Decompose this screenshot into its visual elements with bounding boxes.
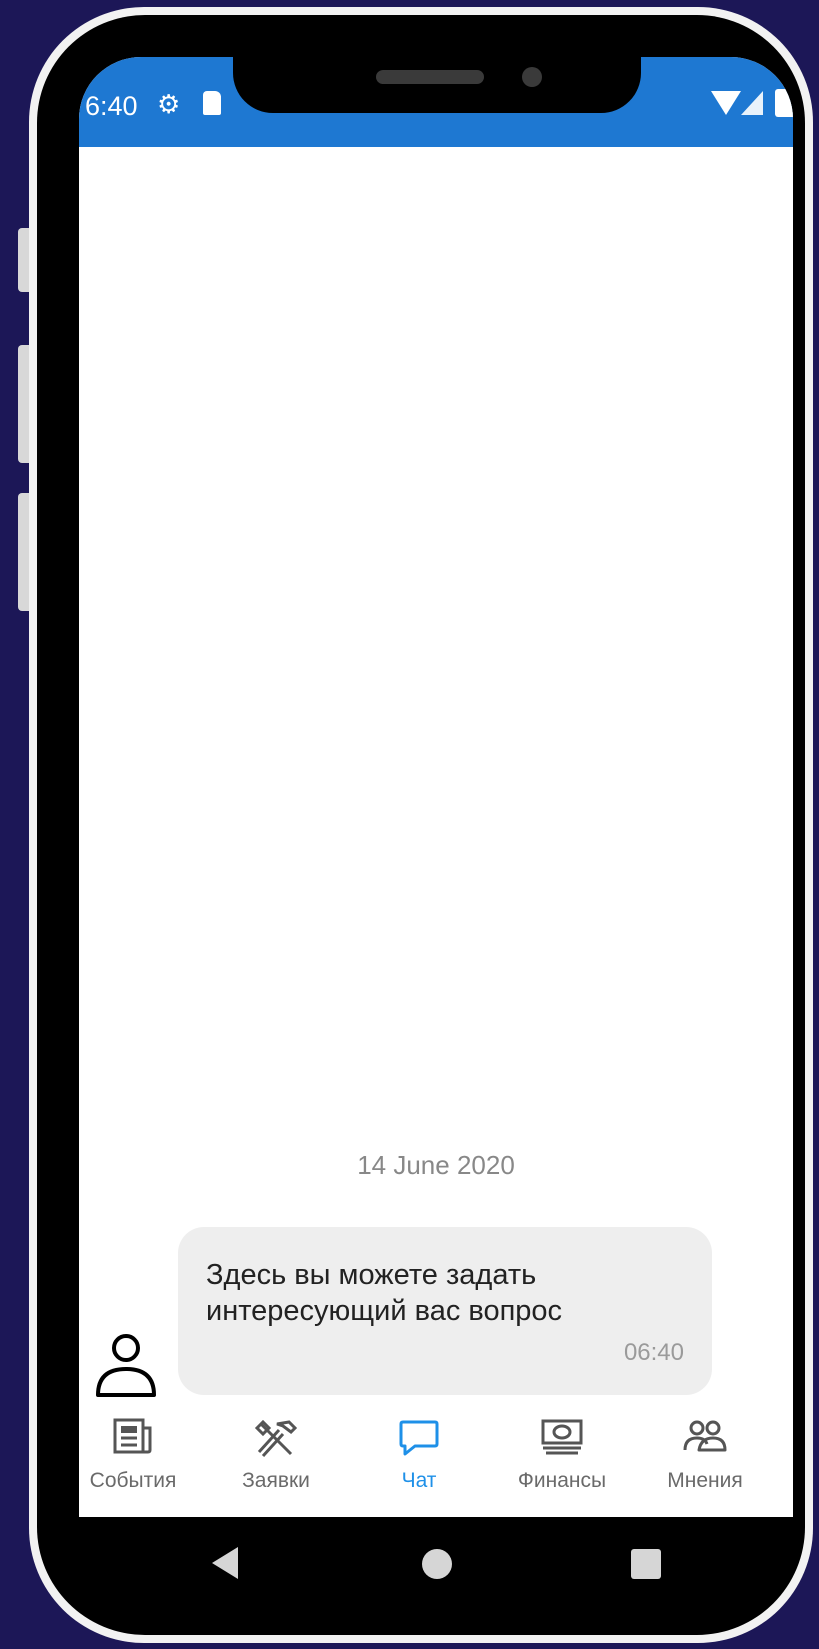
tab-requests-label: Заявки — [242, 1469, 310, 1492]
money-icon — [541, 1419, 583, 1455]
front-camera — [522, 67, 542, 87]
message-bubble[interactable]: Здесь вы можете задать интересующий вас … — [178, 1227, 712, 1395]
message-time: 06:40 — [623, 1339, 684, 1366]
sd-card-icon — [203, 91, 221, 115]
message-text: Здесь вы можете задать интересующий вас … — [206, 1259, 563, 1327]
tab-opinions-label: Мнения — [667, 1469, 743, 1492]
home-button[interactable] — [422, 1549, 452, 1579]
tab-chat-label: Чат — [401, 1469, 437, 1492]
tab-events[interactable]: События — [79, 1402, 203, 1502]
people-icon — [683, 1420, 727, 1452]
recent-apps-button[interactable] — [631, 1549, 661, 1579]
app-screen: 6:40 ⚙ 14 June 2020 Здесь вы можете зада… — [79, 57, 793, 1517]
android-nav-bar — [0, 1517, 819, 1617]
date-separator: 14 June 2020 — [357, 1150, 515, 1180]
tab-finance[interactable]: Финансы — [492, 1402, 632, 1502]
phone-notch — [233, 57, 641, 113]
user-avatar-icon — [96, 1334, 156, 1397]
tab-chat[interactable]: Чат — [349, 1402, 489, 1502]
chat-bubble-icon — [399, 1420, 439, 1456]
status-time: 6:40 — [85, 91, 138, 121]
cell-signal-icon — [741, 91, 763, 115]
bottom-tab-bar: События Заявки Чат Финансы Мнения — [79, 1402, 793, 1517]
wifi-icon — [711, 91, 741, 115]
tab-opinions[interactable]: Мнения — [635, 1402, 775, 1502]
tab-events-label: События — [89, 1469, 177, 1492]
tools-icon — [254, 1419, 298, 1458]
speaker-grille — [376, 70, 484, 84]
newspaper-icon — [113, 1418, 152, 1454]
tab-requests[interactable]: Заявки — [206, 1402, 346, 1502]
battery-icon — [775, 89, 793, 117]
gear-icon: ⚙ — [157, 89, 181, 119]
tab-finance-label: Финансы — [517, 1469, 607, 1492]
back-button[interactable] — [212, 1547, 238, 1579]
